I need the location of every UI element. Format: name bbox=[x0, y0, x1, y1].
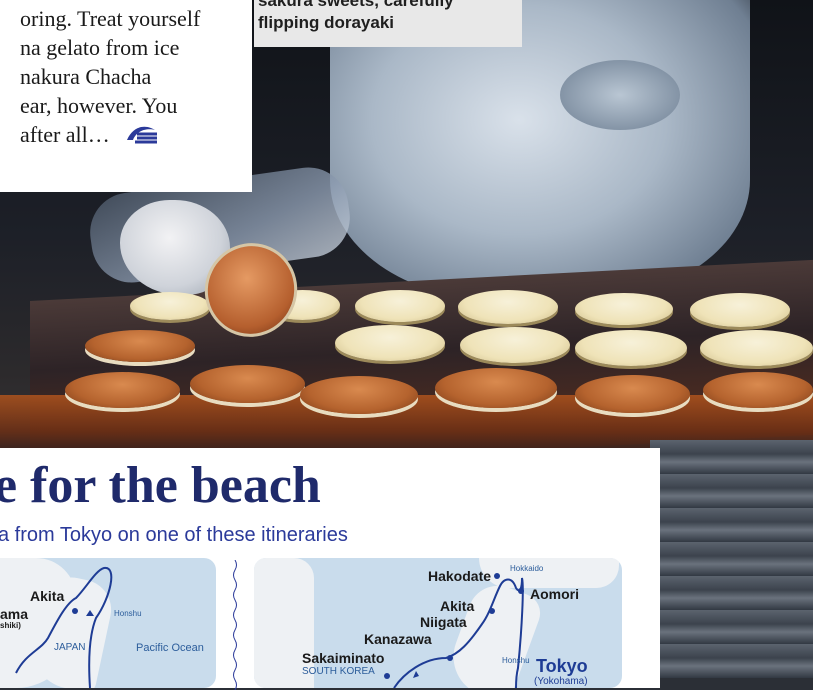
region-label: Hokkaido bbox=[510, 564, 544, 573]
intro-text-box: oring. Treat yourself na gelato from ice… bbox=[0, 0, 252, 192]
intro-line: after all… bbox=[20, 122, 110, 147]
ocean-label: Pacific Ocean bbox=[136, 642, 204, 654]
port-label: Akita bbox=[440, 598, 475, 614]
pancake bbox=[355, 290, 445, 322]
apron-tie bbox=[560, 60, 680, 130]
intro-line-last: after all… bbox=[20, 120, 250, 149]
itineraries-panel: e for the beach a from Tokyo on one of t… bbox=[0, 448, 660, 690]
country-label: SOUTH KOREA bbox=[302, 666, 375, 677]
pancake bbox=[575, 375, 690, 413]
port-label: ama bbox=[0, 606, 29, 622]
pancake bbox=[190, 365, 305, 403]
pancake bbox=[690, 293, 790, 327]
photo-caption-box: sakura sweets, carefully flipping doraya… bbox=[254, 0, 522, 47]
feature-headline: e for the beach bbox=[0, 457, 321, 514]
port-marker bbox=[518, 588, 524, 594]
intro-line: ear, however. You bbox=[20, 93, 178, 118]
port-label: Hakodate bbox=[428, 568, 492, 584]
pancake bbox=[435, 368, 557, 408]
port-marker bbox=[447, 655, 453, 661]
port-label: Aomori bbox=[530, 586, 579, 602]
steel-counter bbox=[650, 440, 813, 678]
pancake bbox=[460, 327, 570, 363]
pancake bbox=[335, 325, 445, 361]
caption-line: flipping dorayaki bbox=[258, 13, 395, 32]
feature-subhead: a from Tokyo on one of these itineraries bbox=[0, 524, 348, 546]
intro-line: nakura Chacha bbox=[20, 64, 152, 89]
itinerary-map-right: Hokkaido Hakodate Aomori Akita Niigata K… bbox=[254, 558, 622, 688]
intro-line: oring. Treat yourself bbox=[20, 6, 201, 31]
route-line bbox=[15, 567, 113, 688]
port-marker bbox=[494, 573, 500, 579]
port-marker bbox=[72, 608, 78, 614]
pancake bbox=[85, 330, 195, 362]
port-label: Akita bbox=[30, 588, 65, 604]
pancake bbox=[575, 330, 687, 366]
pancake bbox=[300, 376, 418, 414]
caption-line: sakura sweets, carefully bbox=[258, 0, 454, 10]
port-sublabel: shiki) bbox=[0, 621, 21, 630]
port-marker bbox=[489, 608, 495, 614]
pancake bbox=[575, 293, 673, 325]
intro-line: na gelato from ice bbox=[20, 35, 180, 60]
pancake bbox=[130, 292, 210, 320]
port-label: Kanazawa bbox=[364, 631, 432, 647]
port-marker bbox=[384, 673, 390, 679]
wavy-divider bbox=[233, 560, 237, 690]
pancake bbox=[700, 330, 813, 366]
pancake bbox=[65, 372, 180, 408]
pancake bbox=[458, 290, 558, 324]
destination-label: Tokyo bbox=[536, 656, 588, 676]
photo-caption: sakura sweets, carefully flipping doraya… bbox=[258, 0, 454, 34]
port-label: Niigata bbox=[420, 614, 467, 630]
region-label: Honshu bbox=[114, 609, 142, 618]
pancake bbox=[703, 372, 813, 408]
region-label: Honshu bbox=[502, 656, 530, 665]
port-label: Sakaiminato bbox=[302, 650, 385, 666]
intro-paragraph: oring. Treat yourself na gelato from ice… bbox=[20, 4, 250, 149]
itinerary-map-left: Akita ama shiki) Honshu JAPAN Pacific Oc… bbox=[0, 558, 216, 688]
country-label: JAPAN bbox=[54, 642, 86, 653]
princess-wave-icon bbox=[125, 122, 159, 151]
